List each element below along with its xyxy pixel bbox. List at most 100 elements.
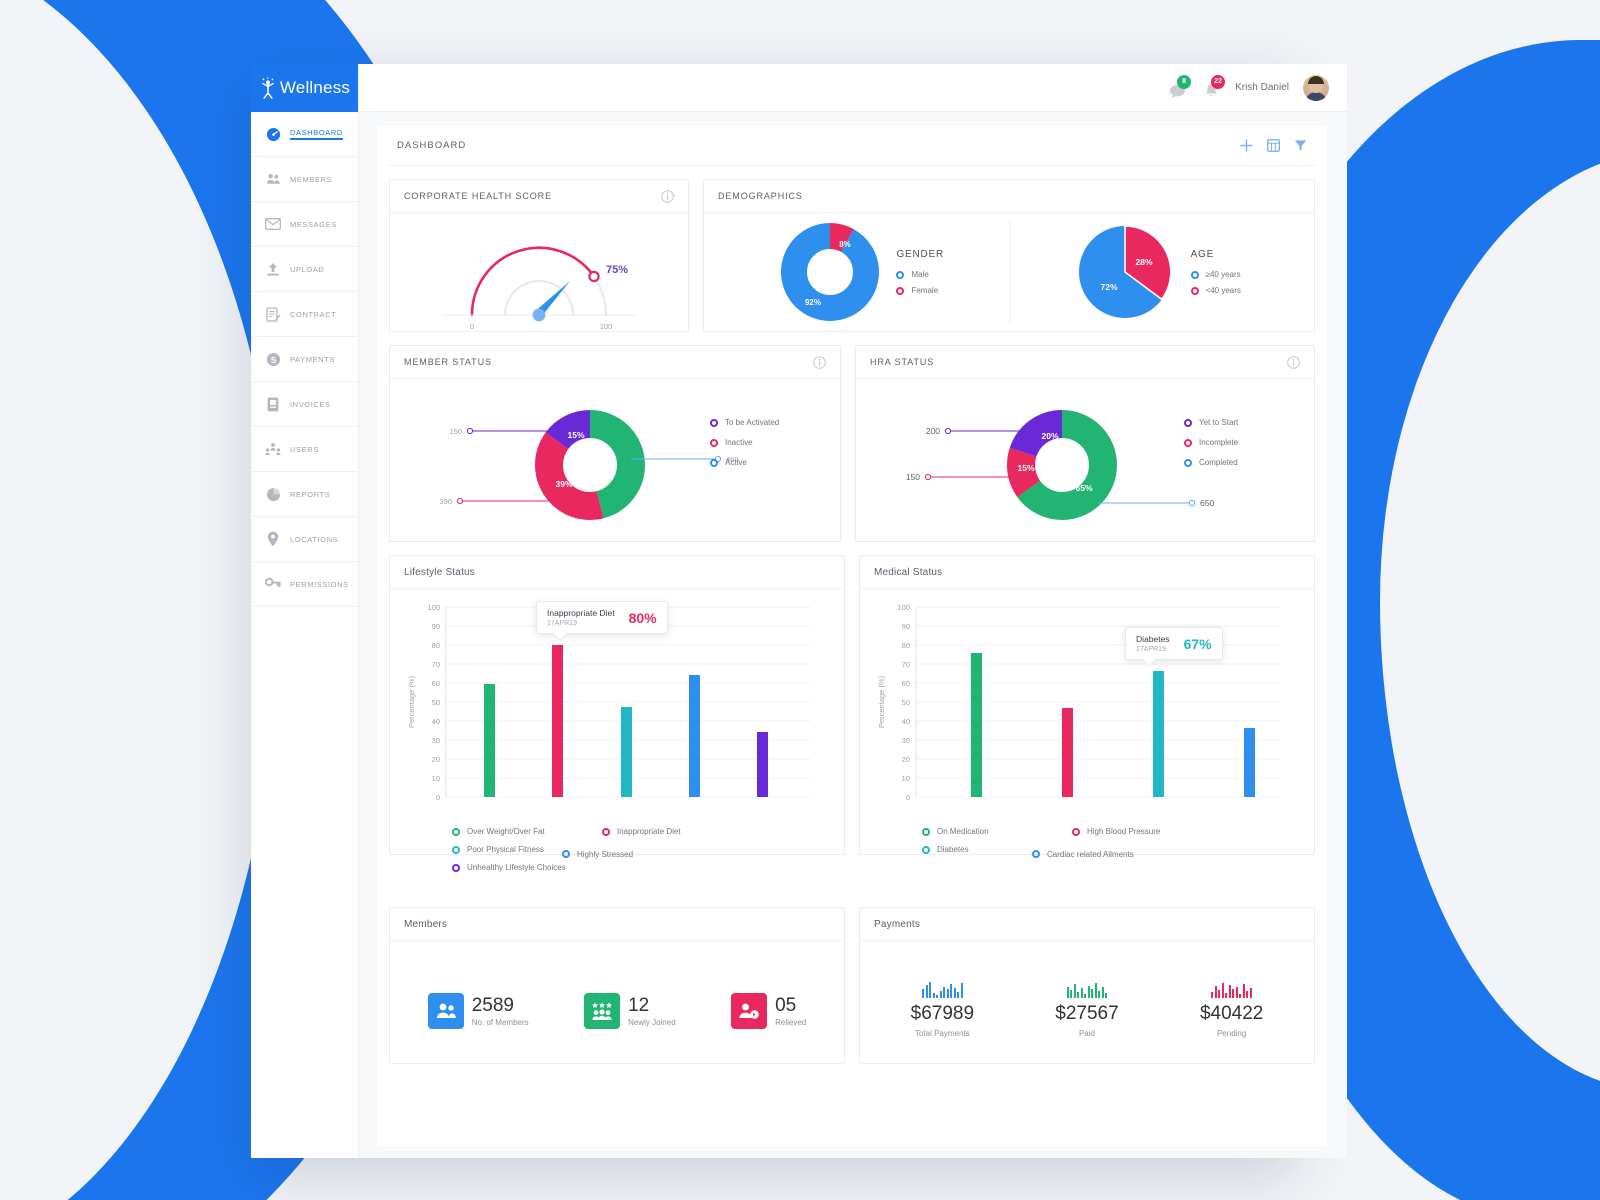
- stat-value: $27567: [1055, 1003, 1119, 1024]
- avatar[interactable]: [1303, 74, 1329, 101]
- legend-item[interactable]: Poor Physical Fitness: [452, 845, 562, 854]
- legend-item[interactable]: ≥40 years: [1190, 270, 1241, 279]
- grid-icon[interactable]: [1267, 139, 1280, 152]
- sidebar-item-users[interactable]: USERS: [251, 427, 358, 472]
- wellness-tree-icon: [259, 77, 277, 99]
- svg-text:0: 0: [436, 793, 440, 802]
- sparkline-pending: [1200, 980, 1263, 998]
- legend-label: Male: [911, 270, 929, 279]
- stat-total-payments: $67989 Total Payments: [911, 980, 974, 1038]
- permissions-icon: [265, 576, 281, 592]
- svg-text:30: 30: [902, 736, 910, 745]
- demographics-card: DEMOGRAPHICS 8% 92% GENDER Male Female 2…: [703, 179, 1315, 332]
- notifications-button[interactable]: 22: [1201, 74, 1226, 99]
- legend-label: Active: [725, 458, 747, 467]
- legend-item[interactable]: Completed: [1184, 458, 1304, 467]
- age-legend: AGE ≥40 years <40 years: [1190, 249, 1241, 295]
- legend-item[interactable]: Inappropriate Diet: [602, 827, 742, 836]
- app-logo[interactable]: Wellness: [251, 64, 358, 112]
- svg-text:20: 20: [902, 755, 910, 764]
- sidebar-item-dashboard[interactable]: DASHBOARD: [251, 112, 358, 157]
- hra-slice-label-incomplete: 15%: [1017, 463, 1034, 473]
- hra-slice-label-completed: 65%: [1075, 483, 1092, 493]
- filter-icon[interactable]: [1294, 139, 1307, 152]
- legend-label: Over Weight/Over Fat: [467, 827, 545, 836]
- tooltip-title: Diabetes: [1136, 634, 1170, 644]
- legend-dot: [710, 458, 718, 467]
- info-icon[interactable]: [1287, 355, 1300, 369]
- card-header: CORPORATE HEALTH SCORE: [390, 180, 688, 213]
- member-status-chart: 46% 39% 15% 150 390 460 To be Activated …: [390, 379, 840, 541]
- legend-item[interactable]: High Blood Pressure: [1072, 827, 1212, 836]
- sidebar-item-members[interactable]: MEMBERS: [251, 157, 358, 202]
- logo-text: Wellness: [279, 78, 351, 97]
- legend-item[interactable]: Unhealthy Lifestyle Choices: [452, 863, 632, 872]
- legend-item[interactable]: Diabetes: [922, 845, 1032, 854]
- reports-icon: [265, 486, 281, 502]
- age-slice-label-over40: 72%: [1100, 282, 1117, 292]
- gauge-min-label: 0: [470, 322, 474, 331]
- info-icon[interactable]: [813, 355, 826, 369]
- legend-item[interactable]: Active: [710, 458, 830, 467]
- legend-dot: [896, 270, 905, 279]
- legend-dot: [710, 438, 718, 447]
- legend-item[interactable]: Cardiac related Ailments: [1032, 845, 1212, 863]
- sidebar-item-upload[interactable]: UPLOAD: [251, 247, 358, 292]
- svg-text:60: 60: [902, 679, 910, 688]
- gender-donut-chart: 8% 92%: [781, 223, 880, 321]
- stat-label: No. of Members: [471, 1017, 529, 1027]
- svg-text:80: 80: [902, 641, 910, 650]
- hra-slice-label-yettostart: 20%: [1041, 431, 1058, 441]
- gender-slice-label-male: 92%: [805, 298, 821, 307]
- legend-dot: [1032, 850, 1040, 858]
- legend-item[interactable]: Incomplete: [1184, 438, 1304, 447]
- svg-text:80: 80: [432, 641, 440, 650]
- card-title: Medical Status: [874, 566, 943, 578]
- hra-status-chart: 65% 15% 20% 200 150 650 Yet to Start Inc…: [856, 379, 1314, 541]
- legend-item[interactable]: <40 years: [1190, 286, 1241, 295]
- gender-slice-label-female: 8%: [840, 240, 852, 249]
- user-name: Krish Daniel: [1235, 82, 1289, 93]
- stat-paid: $27567 Paid: [1055, 980, 1119, 1038]
- hra-status-card: HRA STATUS 65% 15% 20% 200 150 650 Yet t…: [855, 345, 1315, 542]
- members-icon: [265, 171, 281, 187]
- invoices-icon: [265, 396, 281, 412]
- sidebar-item-permissions[interactable]: PERMISSIONS: [251, 562, 358, 607]
- lifestyle-legend: Over Weight/Over Fat Inappropriate Diet …: [400, 817, 800, 872]
- sidebar-item-payments[interactable]: S PAYMENTS: [251, 337, 358, 382]
- legend-label: Female: [911, 286, 939, 295]
- legend-item[interactable]: To be Activated: [710, 418, 830, 427]
- messages-button[interactable]: 8: [1167, 74, 1192, 99]
- sidebar-item-contract[interactable]: CONTRACT: [251, 292, 358, 337]
- row-health-demographics: CORPORATE HEALTH SCORE 0 100 75% DEMOGRA…: [389, 179, 1315, 332]
- medical-tooltip: Diabetes 17APR19 67%: [1125, 627, 1223, 668]
- row-summary: Members 2589 No. of Members 12 Newly Joi…: [389, 907, 1315, 1064]
- card-header: Members: [390, 908, 844, 941]
- add-icon[interactable]: [1240, 139, 1253, 152]
- svg-text:Percentage (%): Percentage (%): [877, 675, 886, 728]
- sidebar-item-messages[interactable]: MESSAGES: [251, 202, 358, 247]
- legend-item[interactable]: Inactive: [710, 438, 830, 447]
- sidebar-item-label: USERS: [290, 444, 319, 454]
- hra-callout-purple: 200: [926, 426, 940, 436]
- card-header: DEMOGRAPHICS: [704, 180, 1314, 213]
- legend-item[interactable]: Highly Stressed: [562, 845, 712, 863]
- legend-item[interactable]: On Medication: [922, 827, 1072, 836]
- legend-item[interactable]: Yet to Start: [1184, 418, 1304, 427]
- sidebar-item-invoices[interactable]: INVOICES: [251, 382, 358, 427]
- legend-dot: [1190, 270, 1199, 279]
- users-icon: [265, 441, 281, 457]
- hra-callout-pink: 150: [906, 472, 920, 482]
- info-icon[interactable]: [661, 189, 674, 203]
- legend-item[interactable]: Male: [896, 270, 944, 279]
- tooltip-date: 17APR19: [547, 620, 577, 627]
- legend-dot: [1072, 827, 1080, 836]
- sidebar-item-reports[interactable]: REPORTS: [251, 472, 358, 517]
- sidebar-item-locations[interactable]: LOCATIONS: [251, 517, 358, 562]
- page-title: DASHBOARD: [397, 140, 467, 151]
- legend-item[interactable]: Over Weight/Over Fat: [452, 827, 602, 836]
- stat-label: Total Payments: [914, 1029, 970, 1038]
- locations-icon: [265, 531, 281, 547]
- page-header: DASHBOARD: [389, 126, 1315, 166]
- legend-item[interactable]: Female: [896, 286, 944, 295]
